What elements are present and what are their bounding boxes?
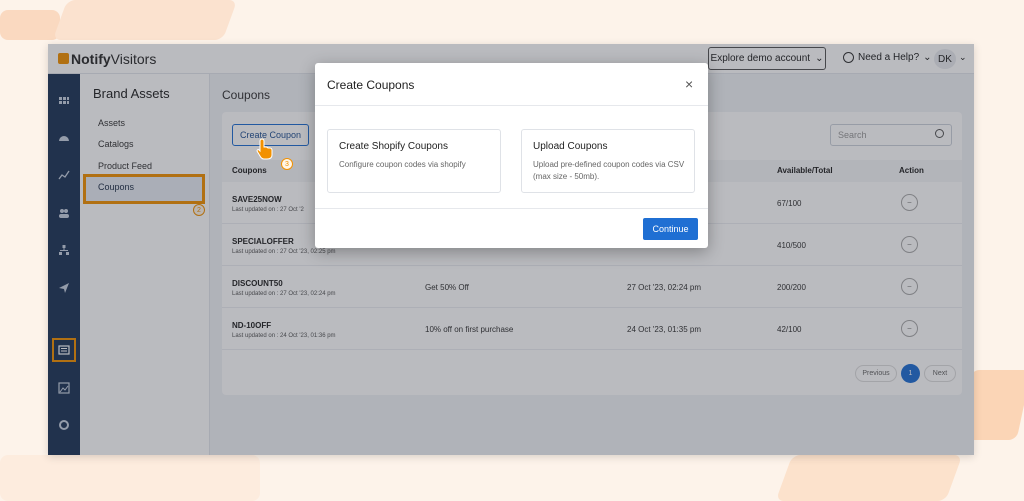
create-coupons-modal: Create Coupons × Create Shopify Coupons … [315,63,708,248]
hand-cursor-icon [256,138,273,160]
modal-title: Create Coupons [327,78,415,92]
divider [315,105,708,106]
option-description: Upload pre-defined coupon codes via CSV … [533,160,685,181]
option-description: Configure coupon codes via shopify [339,160,466,169]
bg-decoration [775,455,963,501]
continue-button[interactable]: Continue [643,218,698,240]
option-title: Create Shopify Coupons [339,141,448,152]
upload-coupons-option[interactable]: Upload Coupons Upload pre-defined coupon… [521,129,695,193]
divider [315,208,708,209]
bg-decoration [0,10,60,40]
app-window: Notify Visitors Explore demo account ⌄ Ne… [48,44,974,455]
bg-decoration [0,455,260,501]
create-shopify-coupons-option[interactable]: Create Shopify Coupons Configure coupon … [327,129,501,193]
bg-decoration [52,0,238,40]
close-icon[interactable]: × [685,77,693,91]
option-title: Upload Coupons [533,141,608,152]
step-marker-3: 3 [281,158,293,170]
